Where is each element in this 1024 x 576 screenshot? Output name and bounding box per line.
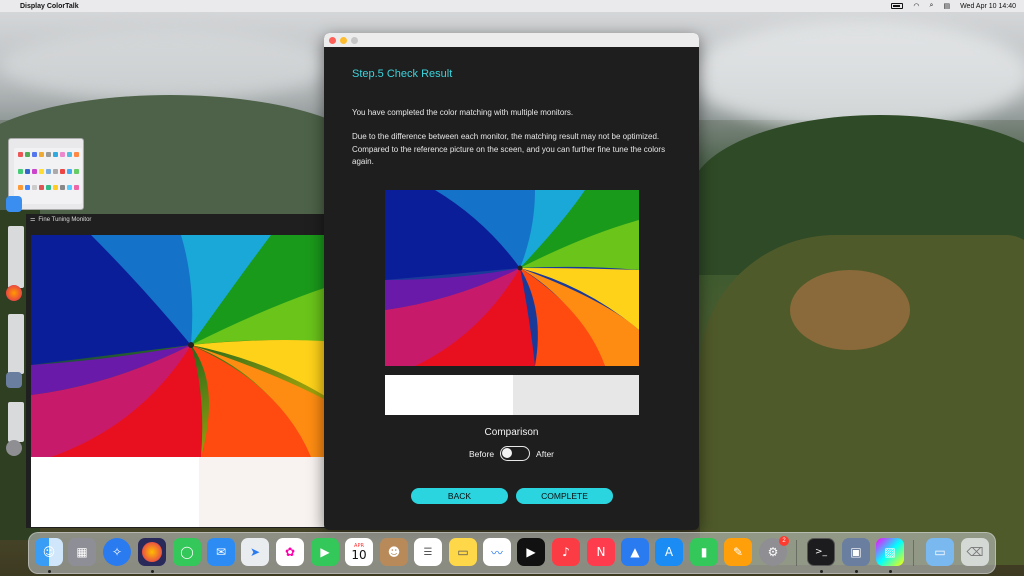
stage-window-thumbnail[interactable] (8, 314, 24, 374)
after-label: After (536, 448, 554, 459)
step-title: Step.5 Check Result (352, 68, 453, 80)
running-indicator (820, 570, 823, 573)
color-profile-dock-icon[interactable]: ▨ (876, 538, 904, 566)
fine-tuning-swatch-white (31, 457, 199, 527)
display-colortalk-dock-icon[interactable]: ▣ (842, 538, 870, 566)
firefox-icon[interactable] (6, 285, 22, 301)
completion-message: You have completed the color matching wi… (352, 108, 574, 117)
menubar-clock[interactable]: Wed Apr 10 14:40 (960, 3, 1016, 10)
reminders-dock-icon[interactable]: ☰ (414, 538, 442, 566)
running-indicator (889, 570, 892, 573)
stage-window-thumbnail[interactable] (8, 402, 24, 442)
app-store-dock-icon[interactable]: A (655, 538, 683, 566)
calendar-day: 10 (351, 548, 367, 562)
instruction-paragraph: Due to the difference between each monit… (352, 132, 666, 166)
notes-dock-icon[interactable]: ▭ (449, 538, 477, 566)
finder-icon[interactable] (6, 196, 22, 212)
complete-button[interactable]: COMPLETE (516, 488, 613, 504)
firefox-dock-icon[interactable] (138, 538, 166, 566)
trash-icon[interactable]: ⌫ (961, 538, 989, 566)
comparison-swatch-white (385, 375, 513, 415)
running-indicator (151, 570, 154, 573)
running-indicator (855, 570, 858, 573)
notification-badge: 2 (779, 536, 789, 546)
system-settings-icon[interactable] (6, 440, 22, 456)
freeform-dock-icon[interactable]: 〰 (483, 538, 511, 566)
fine-tuning-title: ⚌ Fine Tuning Monitor (30, 216, 92, 224)
before-label: Before (469, 448, 495, 459)
running-indicator (48, 570, 51, 573)
keynote-dock-icon[interactable]: ▲ (621, 538, 649, 566)
toggle-knob (502, 448, 513, 458)
pages-dock-icon[interactable]: ✎ (724, 538, 752, 566)
wifi-icon[interactable]: ◠ (913, 2, 919, 10)
photos-dock-icon[interactable]: ✿ (276, 538, 304, 566)
maps-dock-icon[interactable]: ➤ (241, 538, 269, 566)
numbers-dock-icon[interactable]: ▮ (690, 538, 718, 566)
sliders-icon: ⚌ (30, 217, 36, 223)
minimize-window-button[interactable] (340, 36, 347, 44)
desktop-fog (0, 30, 330, 100)
music-dock-icon[interactable]: ♪ (552, 538, 580, 566)
terminal-dock-icon[interactable]: >_ (807, 538, 835, 566)
stage-window-thumbnail[interactable] (8, 226, 24, 288)
fine-tuning-monitor-window[interactable]: ⚌ Fine Tuning Monitor (26, 214, 372, 528)
search-icon[interactable]: ⌕ (930, 2, 934, 10)
desktop-tree (790, 270, 910, 350)
fine-tuning-reference-image (31, 235, 367, 457)
control-center-icon[interactable]: ▤ (943, 2, 950, 10)
comparison-toggle-row: Before After (324, 446, 699, 461)
facetime-dock-icon[interactable]: ▶ (311, 538, 339, 566)
launchpad-dock-icon[interactable]: ▦ (68, 538, 96, 566)
window-titlebar[interactable] (324, 33, 699, 47)
menu-bar: Display ColorTalk ◠ ⌕ ▤ Wed Apr 10 14:40 (0, 0, 1024, 12)
before-after-toggle[interactable] (500, 446, 531, 461)
close-window-button[interactable] (329, 36, 336, 44)
check-result-window[interactable]: Step.5 Check Result You have completed t… (324, 33, 699, 530)
news-dock-icon[interactable]: N (587, 538, 615, 566)
contacts-dock-icon[interactable]: ☻ (380, 538, 408, 566)
app-grid-thumbnail (14, 148, 82, 204)
downloads-folder-icon[interactable]: ▭ (926, 538, 954, 566)
app-menu-name[interactable]: Display ColorTalk (20, 3, 79, 10)
battery-icon[interactable] (891, 3, 904, 9)
desktop-fog (690, 20, 1024, 130)
comparison-label: Comparison (484, 427, 539, 438)
safari-dock-icon[interactable]: ✧ (103, 538, 131, 566)
display-colortalk-icon[interactable] (6, 372, 22, 388)
finder-dock-icon[interactable]: ☺ (35, 538, 63, 566)
mail-dock-icon[interactable]: ✉ (207, 538, 235, 566)
apple-tv-dock-icon[interactable]: ▶ (517, 538, 545, 566)
calendar-dock-icon[interactable]: APR 10 (345, 538, 373, 566)
zoom-window-button[interactable] (351, 36, 358, 44)
comparison-swatch-gray (513, 375, 639, 415)
reference-image (385, 190, 639, 366)
dock-separator (913, 540, 914, 566)
back-button[interactable]: BACK (411, 488, 508, 504)
messages-dock-icon[interactable]: ◯ (173, 538, 201, 566)
dock-separator (796, 540, 797, 566)
